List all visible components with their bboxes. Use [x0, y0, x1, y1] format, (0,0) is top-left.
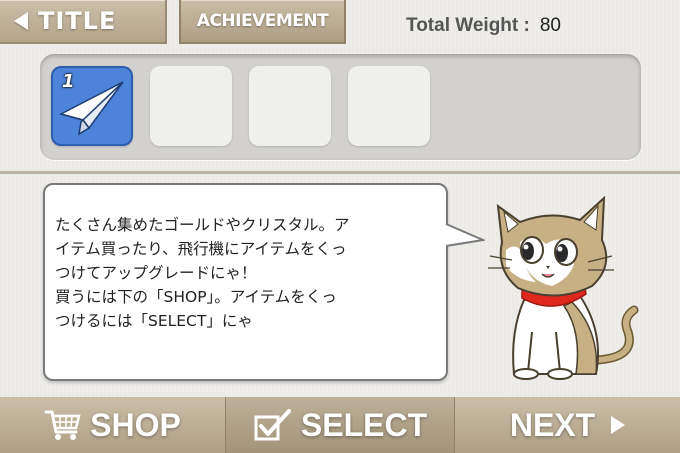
title-button-label: TITLE	[38, 7, 117, 35]
dialog-line: たくさん集めたゴールドやクリスタル。ア	[55, 216, 350, 234]
slot-number: 1	[62, 71, 75, 92]
speech-bubble: たくさん集めたゴールドやクリスタル。ア イテム買ったり、飛行機にアイテムをくっ …	[43, 183, 448, 381]
bottom-bar: SHOP SELECT NEXT	[0, 397, 680, 453]
title-button[interactable]: TITLE	[0, 0, 167, 44]
equipment-slot-2[interactable]	[150, 66, 232, 146]
weight-label: Total Weight :	[406, 15, 530, 36]
achievement-button[interactable]: ACHIEVEMENT	[179, 0, 346, 44]
equipment-slot-3[interactable]	[249, 66, 331, 146]
equipment-slot-panel: 1	[40, 54, 641, 160]
select-button-label: SELECT	[300, 406, 428, 443]
divider	[0, 171, 680, 174]
dialog-line: つけるには「SELECT」にゃ	[55, 312, 253, 330]
shopping-cart-icon	[44, 410, 81, 440]
total-weight: Total Weight : 80	[406, 12, 561, 40]
achievement-button-label: ACHIEVEMENT	[196, 11, 329, 31]
cat-mascot-icon	[488, 195, 639, 380]
shop-button-label: SHOP	[90, 406, 181, 443]
shop-button[interactable]: SHOP	[0, 397, 225, 453]
checkbox-check-icon	[254, 409, 291, 441]
dialog-line: イテム買ったり、飛行機にアイテムをくっ	[55, 240, 347, 258]
dialog-line: つけてアップグレードにゃ！	[55, 264, 257, 282]
next-button[interactable]: NEXT	[455, 397, 680, 453]
dialog-line: 買うには下の「SHOP」。アイテムをくっ	[55, 288, 337, 306]
equipment-slot-4[interactable]	[348, 66, 430, 146]
dialog-text: たくさん集めたゴールドやクリスタル。ア イテム買ったり、飛行機にアイテムをくっ …	[55, 213, 440, 333]
weight-value: 80	[539, 15, 561, 36]
select-button[interactable]: SELECT	[225, 397, 455, 453]
back-arrow-icon	[14, 12, 28, 30]
next-button-label: NEXT	[509, 406, 596, 443]
equipment-slot-1[interactable]: 1	[51, 66, 133, 146]
forward-arrow-icon	[611, 416, 626, 434]
